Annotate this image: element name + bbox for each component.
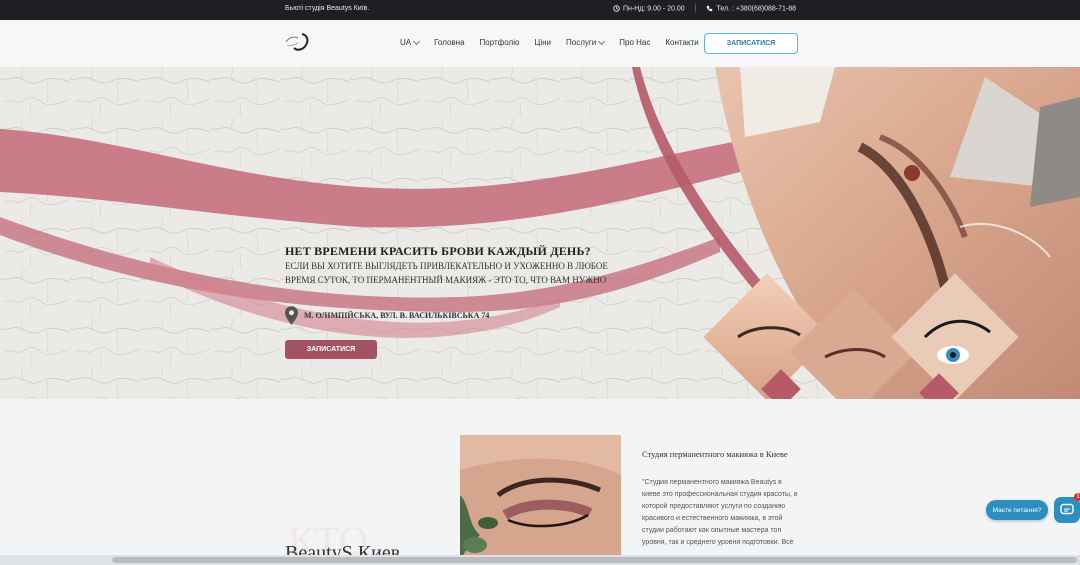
about-heading: Студия перманентного макияжа в Киеве xyxy=(642,449,788,459)
topbar-separator: | xyxy=(694,5,697,13)
horizontal-scrollbar[interactable] xyxy=(0,555,1080,565)
clock-icon xyxy=(613,5,620,12)
topbar-phone-group[interactable]: Тел. : +380(68)088-71-88 xyxy=(706,5,796,12)
nav-item-prices[interactable]: Ціни xyxy=(534,38,551,47)
chat-prompt-bubble[interactable]: Маєте питання? xyxy=(986,500,1048,520)
main-navigation: UA Головна Портфоліо Ціни Послуги Про На… xyxy=(0,20,1080,68)
hero-subtitle: ЕСЛИ ВЫ ХОТИТЕ ВЫГЛЯДЕТЬ ПРИВЛЕКАТЕЛЬНО … xyxy=(285,261,608,285)
nav-item-label: Портфоліо xyxy=(479,38,520,47)
nav-item-label: Про Нас xyxy=(619,38,651,47)
nav-item-portfolio[interactable]: Портфоліо xyxy=(480,38,520,47)
nav-item-label: Ціни xyxy=(534,38,552,47)
hero-address-text: М. ОЛІМПІЙСЬКА, ВУЛ. В. ВАСИЛЬКІВСЬКА 74 xyxy=(304,311,490,320)
about-section: КТО BeautyS Киев Студия перманентного ма… xyxy=(0,399,1080,565)
top-bar: Бьюті студія Beautys Київ. Пн-Нд: 9.00 -… xyxy=(0,0,1080,20)
signup-button-nav[interactable]: ЗАПИСАТИСЯ xyxy=(704,33,798,54)
scrollbar-thumb[interactable] xyxy=(112,557,1077,563)
hero-address: М. ОЛІМПІЙСЬКА, ВУЛ. В. ВАСИЛЬКІВСЬКА 74 xyxy=(285,306,489,325)
nav-item-services[interactable]: Послуги xyxy=(566,37,606,47)
topbar-contacts: Пн-Нд: 9.00 - 20.00 | Тел. : +380(68)088… xyxy=(613,5,796,12)
nav-item-language[interactable]: UA xyxy=(400,37,421,47)
chat-icon xyxy=(1060,503,1074,515)
hero-title: НЕТ ВРЕМЕНИ КРАСИТЬ БРОВИ КАЖДЫЙ ДЕНЬ? xyxy=(285,244,591,258)
topbar-phone[interactable]: Тел. : +380(68)088-71-88 xyxy=(716,5,796,12)
logo-icon[interactable] xyxy=(283,32,311,52)
chevron-down-icon xyxy=(598,37,606,45)
nav-menu: UA Головна Портфоліо Ціни Послуги Про На… xyxy=(400,37,699,47)
nav-item-label: Послуги xyxy=(566,38,597,47)
phone-icon xyxy=(707,5,713,12)
about-description: "Студия перманентного макияжа Beautys в … xyxy=(642,479,798,546)
nav-item-home[interactable]: Головна xyxy=(434,38,464,47)
signup-button-hero[interactable]: ЗАПИСАТИСЯ xyxy=(285,340,377,359)
hero-background xyxy=(0,67,1080,399)
nav-item-label: Головна xyxy=(434,38,465,47)
nav-item-label: UA xyxy=(400,38,412,47)
about-photo xyxy=(460,435,621,565)
topbar-hours: Пн-Нд: 9.00 - 20.00 xyxy=(623,5,685,13)
nav-item-contacts[interactable]: Контакти xyxy=(665,38,698,47)
nav-item-about[interactable]: Про Нас xyxy=(619,38,650,47)
chat-notification-badge: 1 xyxy=(1074,493,1080,501)
chevron-down-icon xyxy=(413,37,421,45)
hero-section: НЕТ ВРЕМЕНИ КРАСИТЬ БРОВИ КАЖДЫЙ ДЕНЬ? Е… xyxy=(0,67,1080,399)
nav-item-label: Контакти xyxy=(665,38,699,47)
map-pin-icon xyxy=(285,306,298,325)
topbar-studio-name: Бьюті студія Beautys Київ. xyxy=(285,5,370,12)
topbar-hours-group: Пн-Нд: 9.00 - 20.00 xyxy=(613,5,685,12)
